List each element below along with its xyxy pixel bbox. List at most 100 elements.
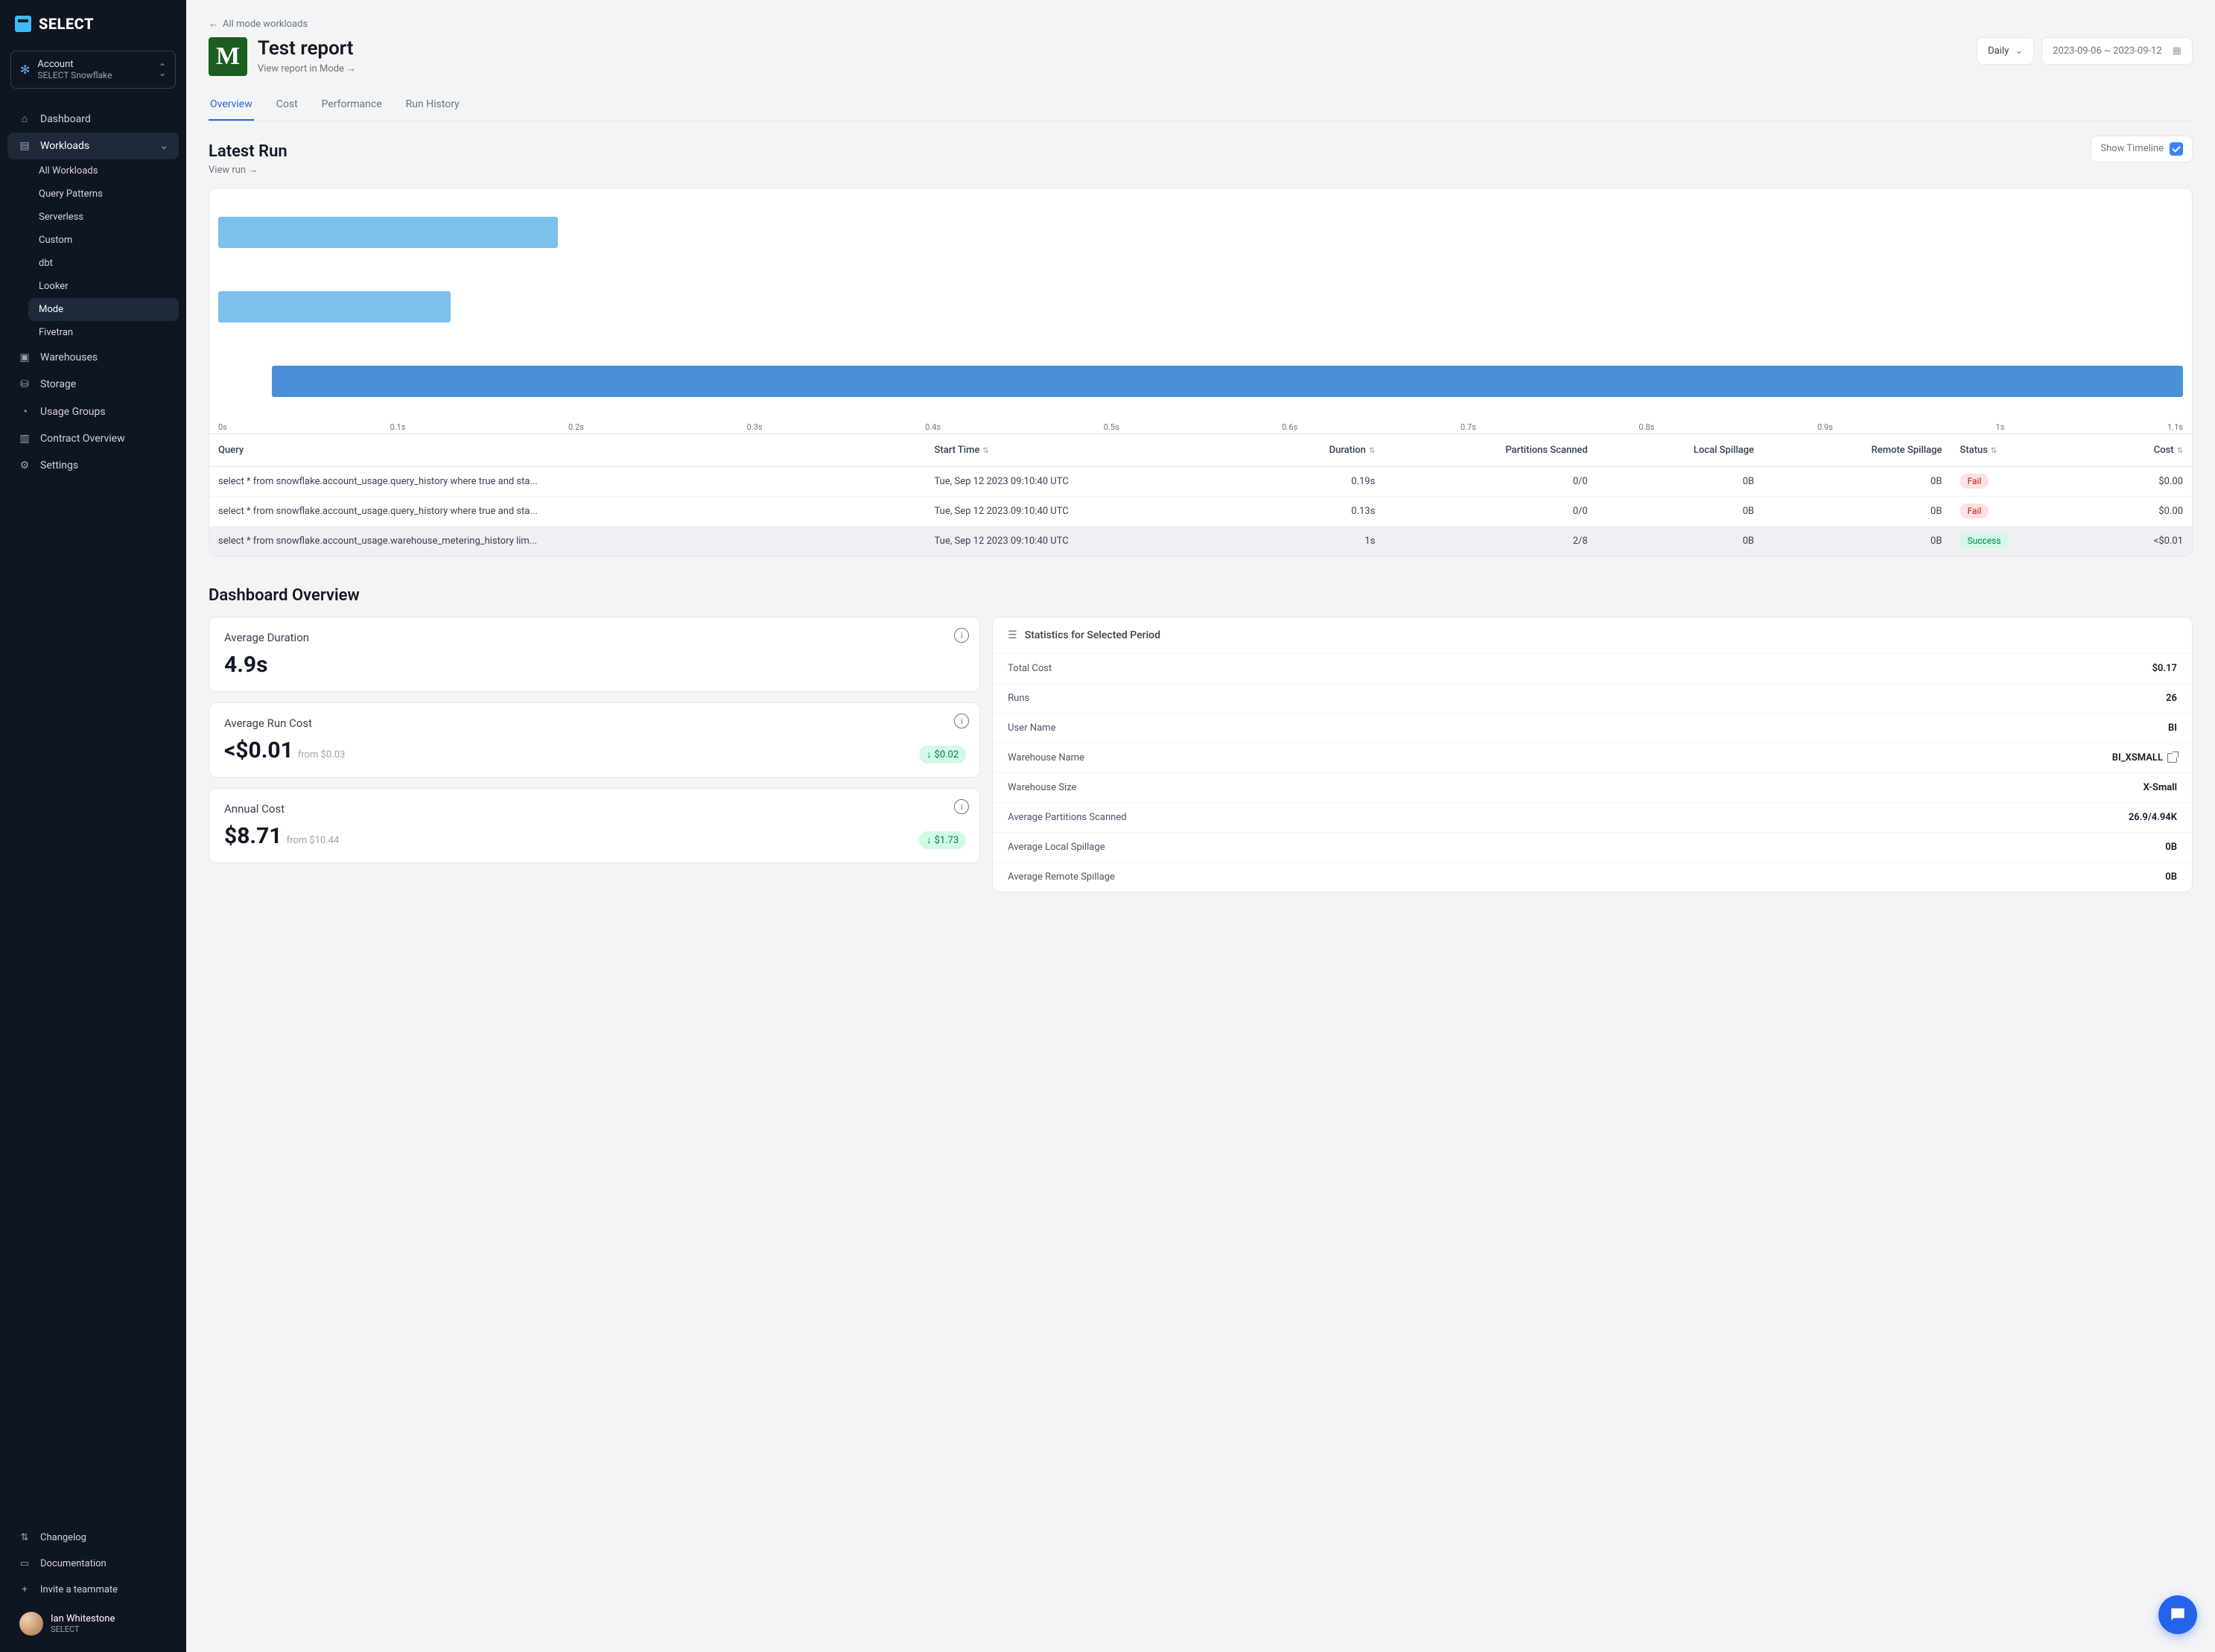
user-name: Ian Whitestone <box>51 1613 115 1624</box>
granularity-select[interactable]: Daily ⌄ <box>1977 37 2034 65</box>
account-label: Account <box>37 59 151 70</box>
timeline-axis: 0s0.1s0.2s0.3s0.4s0.5s0.6s0.7s0.8s0.9s1s… <box>218 418 2183 433</box>
chat-icon <box>2168 1605 2187 1624</box>
sort-icon: ⇅ <box>2177 447 2183 455</box>
col-partitions[interactable]: Partitions Scanned <box>1384 434 1596 467</box>
col-start[interactable]: Start Time⇅ <box>926 434 1249 467</box>
axis-tick: 0.2s <box>568 422 584 432</box>
nav-fivetran[interactable]: Fivetran <box>28 321 179 344</box>
axis-tick: 1.1s <box>2167 422 2183 432</box>
cell-status: Success <box>1951 527 2091 556</box>
axis-tick: 0.6s <box>1282 422 1297 432</box>
col-query[interactable]: Query <box>209 434 926 467</box>
gear-icon: ⚙ <box>18 460 31 471</box>
cell-query: select * from snowflake.account_usage.wa… <box>209 527 926 556</box>
nav-changelog[interactable]: ⇅Changelog <box>7 1525 179 1551</box>
stats-key: Warehouse Name <box>1008 752 1084 763</box>
axis-tick: 0.7s <box>1461 422 1476 432</box>
cell-cost: $0.00 <box>2092 467 2192 497</box>
table-row[interactable]: select * from snowflake.account_usage.qu… <box>209 497 2192 527</box>
nav-usage-groups[interactable]: ◔Usage Groups <box>7 398 179 425</box>
view-run-link[interactable]: View run → <box>209 164 287 176</box>
cell-duration: 1s <box>1248 527 1384 556</box>
nav-storage[interactable]: ⛁Storage <box>7 371 179 398</box>
cell-duration: 0.13s <box>1248 497 1384 527</box>
user-menu[interactable]: Ian Whitestone SELECT <box>7 1603 179 1645</box>
stats-row: Total Cost$0.17 <box>993 653 2192 683</box>
sort-icon: ⇅ <box>1991 447 1997 455</box>
timeline-bar[interactable] <box>218 291 451 323</box>
nav-custom[interactable]: Custom <box>28 229 179 252</box>
stats-key: Runs <box>1008 693 1029 704</box>
cell-start: Tue, Sep 12 2023 09:10:40 UTC <box>926 467 1249 497</box>
brand-logo-icon <box>15 16 31 32</box>
stats-row: Average Remote Spillage 0B <box>993 862 2192 892</box>
info-icon[interactable]: i <box>954 799 969 814</box>
main-content: ← All mode workloads M Test report View … <box>186 0 2215 1652</box>
latest-run-title: Latest Run <box>209 142 287 161</box>
nav-serverless[interactable]: Serverless <box>28 206 179 229</box>
nav-contract[interactable]: ▥Contract Overview <box>7 425 179 452</box>
stats-key: Warehouse Size <box>1008 782 1076 793</box>
nav-looker[interactable]: Looker <box>28 275 179 298</box>
cell-query: select * from snowflake.account_usage.qu… <box>209 467 926 497</box>
nav-dbt[interactable]: dbt <box>28 252 179 275</box>
status-badge: Fail <box>1960 474 1989 489</box>
nav-invite[interactable]: +Invite a teammate <box>7 1577 179 1603</box>
date-range-picker[interactable]: 2023-09-06 ~ 2023-09-12 ▦ <box>2041 37 2193 65</box>
nav-dashboard[interactable]: ⌂Dashboard <box>7 105 179 133</box>
cell-query: select * from snowflake.account_usage.qu… <box>209 497 926 527</box>
info-icon[interactable]: i <box>954 628 969 643</box>
stats-key: Average Remote Spillage <box>1008 871 1115 883</box>
col-cost[interactable]: Cost⇅ <box>2092 434 2192 467</box>
user-org: SELECT <box>51 1624 115 1634</box>
col-status[interactable]: Status⇅ <box>1951 434 2091 467</box>
cell-start: Tue, Sep 12 2023 09:10:40 UTC <box>926 497 1249 527</box>
axis-tick: 0.9s <box>1817 422 1833 432</box>
tab-overview[interactable]: Overview <box>209 89 254 121</box>
calendar-icon: ▦ <box>2173 45 2181 57</box>
page-title: Test report <box>258 37 356 60</box>
chart-icon: ▥ <box>18 433 31 445</box>
col-duration[interactable]: Duration⇅ <box>1248 434 1384 467</box>
stats-key: User Name <box>1008 722 1055 734</box>
warehouse-icon: ▣ <box>18 352 31 363</box>
nav-documentation[interactable]: ▭Documentation <box>7 1551 179 1577</box>
nav-mode[interactable]: Mode <box>28 298 179 321</box>
breadcrumb-back[interactable]: ← All mode workloads <box>209 18 2193 30</box>
stats-value: 0B <box>2165 842 2177 853</box>
table-row[interactable]: select * from snowflake.account_usage.qu… <box>209 467 2192 497</box>
show-timeline-toggle[interactable]: Show Timeline <box>2091 136 2193 162</box>
stats-value: 0B <box>2165 871 2177 883</box>
tab-run-history[interactable]: Run History <box>404 89 461 121</box>
axis-tick: 0s <box>218 422 227 432</box>
timeline-bar[interactable] <box>272 366 2183 397</box>
chevron-down-icon: ⌄ <box>2015 45 2023 57</box>
col-local[interactable]: Local Spillage <box>1597 434 1763 467</box>
cell-start: Tue, Sep 12 2023 09:10:40 UTC <box>926 527 1249 556</box>
nav-settings[interactable]: ⚙Settings <box>7 452 179 479</box>
timeline-chart: 0s0.1s0.2s0.3s0.4s0.5s0.6s0.7s0.8s0.9s1s… <box>209 188 2193 434</box>
col-remote[interactable]: Remote Spillage <box>1763 434 1951 467</box>
stats-key: Average Partitions Scanned <box>1008 812 1126 823</box>
view-in-mode-link[interactable]: View report in Mode → <box>258 63 356 74</box>
cell-cost: $0.00 <box>2092 497 2192 527</box>
nav-all-workloads[interactable]: All Workloads <box>28 159 179 182</box>
delta-badge: ↓$0.02 <box>919 746 966 763</box>
tab-cost[interactable]: Cost <box>275 89 299 121</box>
nav-workloads[interactable]: ▤Workloads⌄ <box>7 133 179 159</box>
nav-query-patterns[interactable]: Query Patterns <box>28 182 179 206</box>
tab-performance[interactable]: Performance <box>320 89 384 121</box>
status-badge: Success <box>1960 533 2008 548</box>
timeline-bar[interactable] <box>218 217 558 248</box>
account-switcher[interactable]: ✻ Account SELECT Snowflake ⌃⌄ <box>10 51 176 89</box>
external-link-icon[interactable] <box>2167 753 2177 763</box>
chat-support-button[interactable] <box>2158 1595 2197 1634</box>
nav-warehouses[interactable]: ▣Warehouses <box>7 344 179 371</box>
stats-value: 26 <box>2166 693 2177 704</box>
axis-tick: 0.3s <box>747 422 763 432</box>
table-row[interactable]: select * from snowflake.account_usage.wa… <box>209 527 2192 556</box>
clock-icon: ◔ <box>18 405 31 418</box>
info-icon[interactable]: i <box>954 714 969 728</box>
cell-local: 0B <box>1597 467 1763 497</box>
